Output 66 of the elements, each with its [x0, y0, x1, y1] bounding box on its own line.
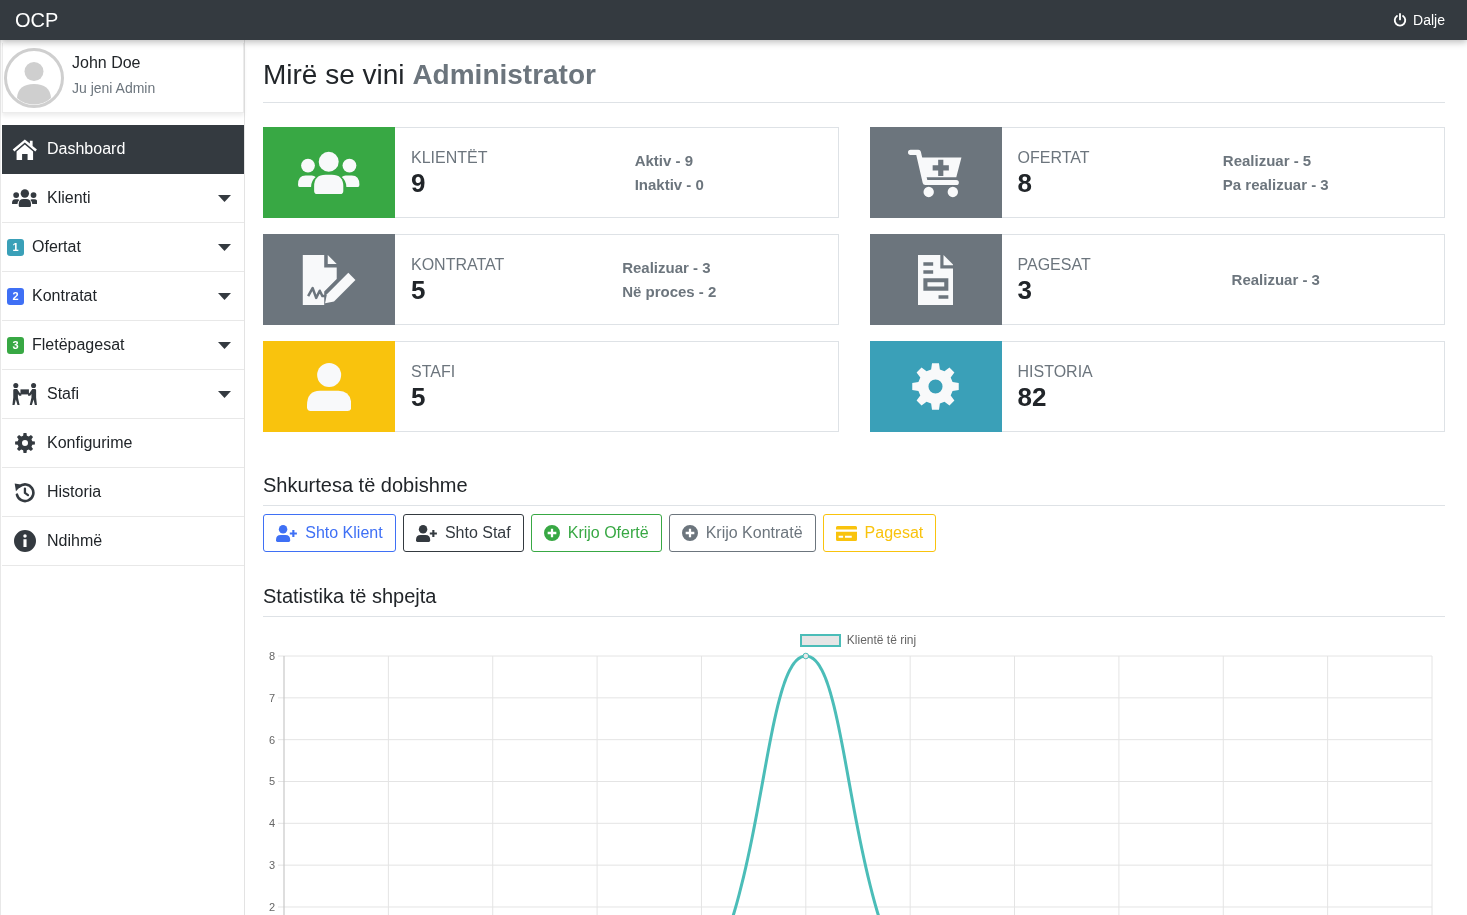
- home-icon: [11, 138, 38, 160]
- stat-label: KLIENTËT: [411, 147, 489, 168]
- stat-value: 3: [1017, 274, 1033, 305]
- y-tick-label: 4: [268, 817, 275, 830]
- stat-value: 82: [1017, 381, 1048, 412]
- gear-icon: [14, 433, 35, 453]
- stat-detail: Realizuar - 3: [1231, 269, 1320, 290]
- stat-detail: Realizuar - 3: [622, 257, 712, 278]
- section-heading: Statistika të shpejta: [263, 584, 1445, 617]
- y-tick-label: 5: [268, 775, 275, 788]
- y-tick-label: 8: [268, 650, 275, 662]
- people-carrying-box-icon: [11, 383, 38, 405]
- info-icon: [13, 530, 36, 552]
- power-icon: [1393, 13, 1408, 27]
- stat-label: KONTRATAT: [411, 254, 506, 275]
- stat-value: 8: [1017, 167, 1033, 198]
- user-plus-icon: [276, 524, 298, 542]
- history-icon: [14, 481, 35, 503]
- section-heading: Shkurtesa të dobishme: [263, 473, 1445, 506]
- document-pen-icon: [301, 254, 357, 305]
- stat-detail: Realizuar - 5: [1222, 150, 1313, 171]
- stat-detail: Aktiv - 9: [634, 150, 694, 171]
- y-tick-label: 3: [268, 859, 275, 872]
- users-icon: [298, 151, 360, 194]
- stat-detail: Në proces - 2: [622, 281, 717, 302]
- legend-label: Klientë të rinj: [846, 633, 917, 647]
- stat-value: 5: [411, 274, 427, 305]
- caret-down-icon: [218, 292, 231, 300]
- caret-down-icon: [218, 341, 231, 349]
- brand-name[interactable]: OCP: [15, 8, 59, 32]
- avatar-icon: [4, 47, 64, 108]
- caret-down-icon: [218, 243, 231, 251]
- shortcut-button[interactable]: Shto Klient: [263, 514, 396, 552]
- y-tick-label: 2: [268, 901, 275, 913]
- logout-label: Dalje: [1413, 12, 1445, 28]
- caret-down-icon: [218, 390, 231, 398]
- number-badge: 1: [7, 238, 24, 256]
- y-tick-label: 6: [268, 733, 275, 746]
- credit-card-icon: [835, 525, 857, 541]
- logout-link[interactable]: Dalje: [1393, 12, 1445, 28]
- stat-value: 9: [411, 167, 427, 198]
- stat-detail: Inaktiv - 0: [634, 174, 704, 195]
- y-tick-label: 7: [268, 691, 275, 704]
- gear-icon: [912, 363, 959, 410]
- users-icon: [11, 189, 38, 207]
- stat-label: OFERTAT: [1017, 147, 1091, 168]
- user-role: Ju jeni Admin: [72, 79, 156, 98]
- shortcut-button[interactable]: Shto Staf: [402, 514, 524, 552]
- user-name: John Doe: [72, 53, 142, 73]
- cart-plus-icon: [907, 147, 964, 198]
- stat-value: 5: [411, 381, 427, 412]
- number-badge: 3: [7, 336, 24, 354]
- user-plus-icon: [415, 524, 437, 542]
- stat-label: HISTORIA: [1017, 361, 1094, 382]
- page-title: Mirë se vini Administrator: [263, 40, 1445, 103]
- sidebar-item[interactable]: Dashboard: [2, 125, 244, 174]
- number-badge: 2: [7, 287, 24, 305]
- shortcut-button[interactable]: Krijo Kontratë: [668, 514, 816, 552]
- user-icon: [306, 362, 352, 411]
- document-icon: [917, 254, 954, 305]
- stat-label: PAGESAT: [1017, 254, 1092, 275]
- legend-swatch-icon: [799, 633, 841, 647]
- stat-detail: Pa realizuar - 3: [1222, 174, 1329, 195]
- data-point: [802, 652, 810, 660]
- stat-label: STAFI: [411, 361, 457, 382]
- caret-down-icon: [218, 194, 231, 202]
